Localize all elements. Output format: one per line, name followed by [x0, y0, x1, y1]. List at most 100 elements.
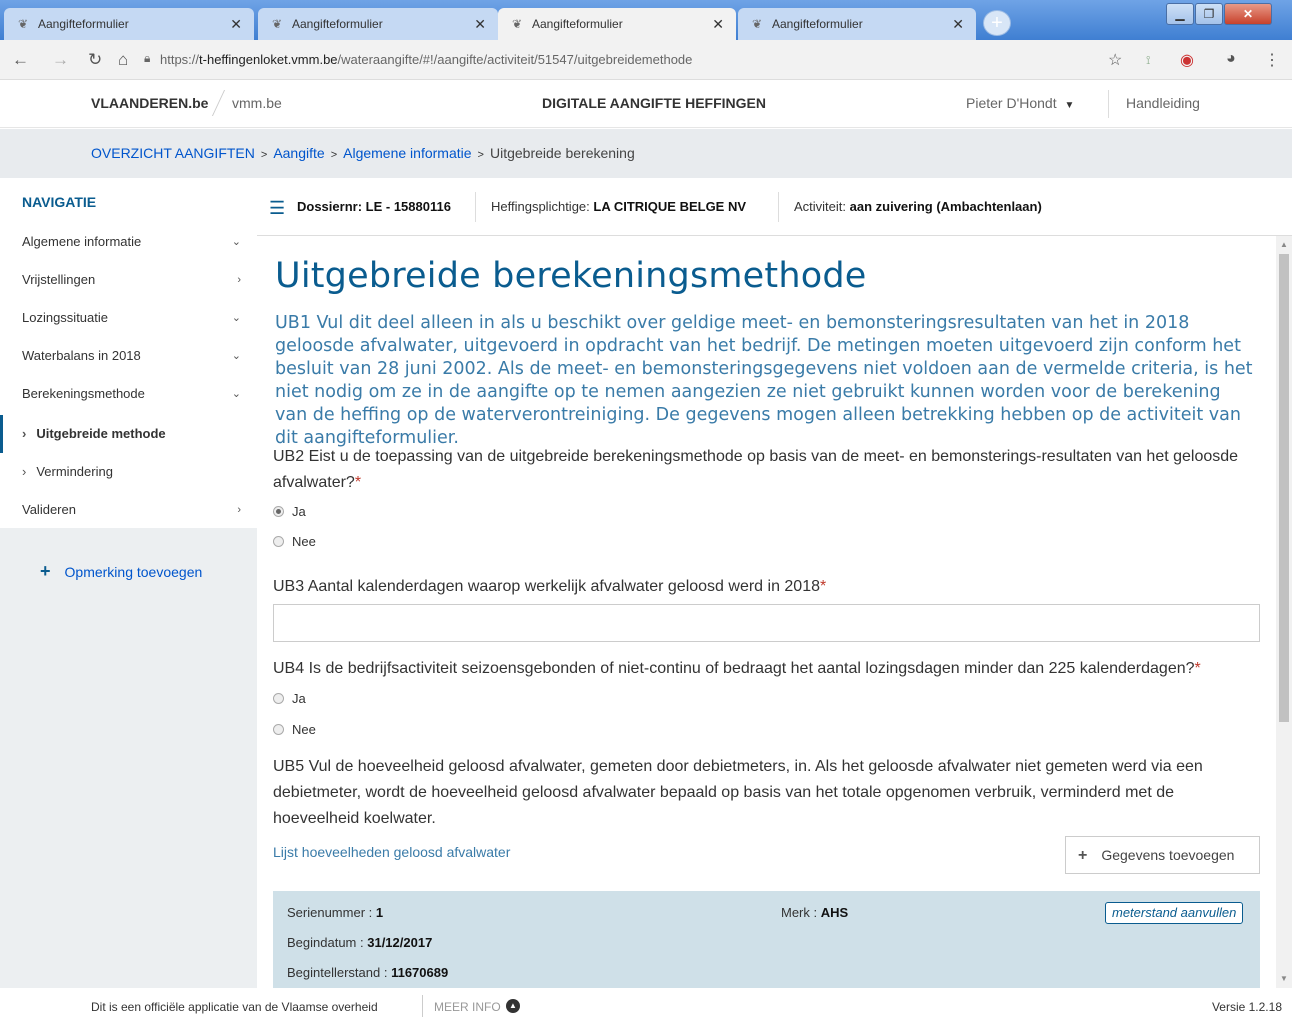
user-name: Pieter D'Hondt — [966, 95, 1057, 111]
scrollbar[interactable]: ▲ ▼ — [1276, 236, 1292, 988]
list-link[interactable]: Lijst hoeveelheden geloosd afvalwater — [273, 844, 510, 860]
sidebar-item-label: Vrijstellingen — [22, 272, 96, 287]
new-tab-button[interactable]: + — [983, 10, 1011, 36]
required-mark: * — [820, 578, 827, 595]
site-title: DIGITALE AANGIFTE HEFFINGEN — [542, 95, 766, 111]
sidebar-item-label: Uitgebreide methode — [36, 426, 166, 441]
star-icon[interactable]: ☆ — [1108, 50, 1122, 70]
plichtige-label: Heffingsplichtige: — [491, 199, 590, 214]
maximize-icon[interactable]: ❐ — [1195, 3, 1223, 25]
complete-reading-button[interactable]: meterstand aanvullen — [1105, 902, 1244, 924]
window-close-icon[interactable]: ✕ — [1224, 3, 1272, 25]
plus-icon: + — [40, 561, 51, 581]
browser-tab[interactable]: ❦ Aangifteformulier ✕ — [738, 8, 976, 40]
manual-link[interactable]: Handleiding — [1126, 95, 1200, 111]
chevron-right-icon: › — [22, 426, 27, 441]
breadcrumb-algemene[interactable]: Algemene informatie — [343, 145, 471, 161]
divider — [1108, 90, 1109, 118]
more-info-link[interactable]: MEER INFO — [434, 1000, 501, 1014]
sidebar-panel — [0, 528, 257, 988]
radio-icon[interactable] — [273, 693, 284, 704]
scroll-up-icon[interactable]: ▲ — [1280, 240, 1288, 249]
close-icon[interactable]: ✕ — [230, 16, 242, 33]
reload-icon[interactable]: ↻ — [88, 50, 102, 70]
page-title: Uitgebreide berekeningsmethode — [275, 256, 867, 296]
radio-icon[interactable] — [273, 724, 284, 735]
leaf-icon: ❦ — [751, 17, 763, 31]
ub3-question: UB3 Aantal kalenderdagen waarop werkelij… — [273, 574, 1263, 600]
sidebar-item-label: Berekeningsmethode — [22, 386, 145, 401]
ub4-option-nee[interactable]: Nee — [273, 722, 316, 737]
sidebar-item-vrijstellingen[interactable]: Vrijstellingen › — [0, 261, 257, 299]
radio-label: Ja — [292, 691, 306, 706]
back-icon[interactable]: ← — [12, 50, 29, 70]
sidebar-item-lozingssituatie[interactable]: Lozingssituatie ⌄ — [0, 299, 257, 337]
sidebar-item-label: Valideren — [22, 502, 76, 517]
ub3-days-input[interactable] — [273, 604, 1260, 642]
browser-tab[interactable]: ❦ Aangifteformulier ✕ — [4, 8, 254, 40]
extension-icon[interactable]: ⟟ — [1146, 53, 1150, 68]
ub2-question: UB2 Eist u de toepassing van de uitgebre… — [273, 444, 1263, 496]
scroll-down-icon[interactable]: ▼ — [1280, 974, 1288, 983]
user-menu[interactable]: Pieter D'Hondt ▼ — [966, 95, 1074, 111]
leaf-icon: ❦ — [17, 17, 29, 31]
close-icon[interactable]: ✕ — [712, 16, 724, 33]
sidebar-item-algemene[interactable]: Algemene informatie ⌄ — [0, 223, 257, 261]
ub4-option-ja[interactable]: Ja — [273, 691, 306, 706]
url-field[interactable]: https://t-heffingenloket.vmm.be/wateraan… — [160, 52, 692, 67]
radio-checked-icon[interactable] — [273, 506, 284, 517]
meter-card: Serienummer : 1 Merk : AHS meterstand aa… — [273, 891, 1260, 988]
required-mark: * — [354, 474, 362, 491]
serial-value: 1 — [375, 905, 384, 920]
sidebar-item-vermindering[interactable]: › Vermindering — [0, 453, 257, 491]
chevron-right-icon: › — [237, 504, 241, 516]
scroll-thumb[interactable] — [1279, 254, 1289, 722]
ub4-question: UB4 Is de bedrijfsactiviteit seizoensgeb… — [273, 656, 1263, 682]
start-reading-label: Begintellerstand : — [287, 965, 388, 980]
required-mark: * — [1194, 660, 1201, 677]
extension-icon[interactable]: ◉ — [1180, 50, 1194, 70]
chevron-up-icon[interactable]: ▲ — [506, 999, 520, 1013]
sidebar-title: NAVIGATIE — [22, 194, 97, 210]
radio-label: Nee — [292, 722, 316, 737]
menu-dots-icon[interactable]: ⋮ — [1264, 50, 1280, 70]
close-icon[interactable]: ✕ — [952, 16, 964, 33]
add-note-label: Opmerking toevoegen — [64, 564, 203, 580]
breadcrumb-aangifte[interactable]: Aangifte — [273, 145, 324, 161]
brand-field: Merk : AHS — [781, 905, 848, 920]
browser-tab-active[interactable]: ❦ Aangifteformulier ✕ — [498, 8, 736, 40]
sidebar-item-valideren[interactable]: Valideren › — [0, 491, 257, 529]
ub3-text: UB3 Aantal kalenderdagen waarop werkelij… — [273, 578, 820, 595]
chevron-right-icon: › — [237, 274, 241, 286]
minimize-icon[interactable]: ▁ — [1166, 3, 1194, 25]
breadcrumb-current: Uitgebreide berekening — [489, 145, 635, 161]
vmm-link[interactable]: vmm.be — [232, 95, 282, 111]
chevron-down-icon: ⌄ — [231, 350, 241, 362]
heffingsplichtige: Heffingsplichtige: LA CITRIQUE BELGE NV — [491, 199, 746, 214]
breadcrumb-overview[interactable]: OVERZICHT AANGIFTEN — [91, 145, 255, 161]
sidebar-item-berekeningsmethode[interactable]: Berekeningsmethode ⌄ — [0, 375, 257, 413]
account-icon[interactable]: ◕ — [1226, 50, 1236, 68]
home-icon[interactable]: ⌂ — [118, 50, 128, 70]
breadcrumb-separator: > — [477, 149, 484, 161]
divider — [422, 995, 423, 1017]
ub2-option-nee[interactable]: Nee — [273, 534, 316, 549]
sidebar-item-waterbalans[interactable]: Waterbalans in 2018 ⌄ — [0, 337, 257, 375]
hamburger-icon[interactable]: ☰ — [269, 198, 285, 219]
url-host: t-heffingenloket.vmm.be — [199, 52, 338, 67]
forward-icon[interactable]: → — [52, 50, 69, 70]
browser-tab[interactable]: ❦ Aangifteformulier ✕ — [258, 8, 498, 40]
add-data-button[interactable]: + Gegevens toevoegen — [1065, 836, 1260, 874]
ub2-option-ja[interactable]: Ja — [273, 504, 306, 519]
chevron-down-icon: ⌄ — [231, 388, 241, 400]
close-icon[interactable]: ✕ — [474, 16, 486, 33]
add-note-button[interactable]: + Opmerking toevoegen — [40, 561, 202, 582]
radio-icon[interactable] — [273, 536, 284, 547]
brand-link[interactable]: VLAANDEREN.be — [91, 95, 208, 111]
start-reading-value: 11670689 — [391, 965, 449, 980]
sidebar-item-uitgebreide[interactable]: › Uitgebreide methode — [0, 415, 257, 453]
breadcrumb: OVERZICHT AANGIFTEN > Aangifte > Algemene in… — [0, 129, 1292, 178]
brand-value: AHS — [820, 905, 849, 920]
dossier-info-bar: ☰ Dossiernr: LE - 15880116 Heffingsplich… — [257, 178, 1292, 236]
sidebar-item-label: Vermindering — [36, 464, 113, 479]
